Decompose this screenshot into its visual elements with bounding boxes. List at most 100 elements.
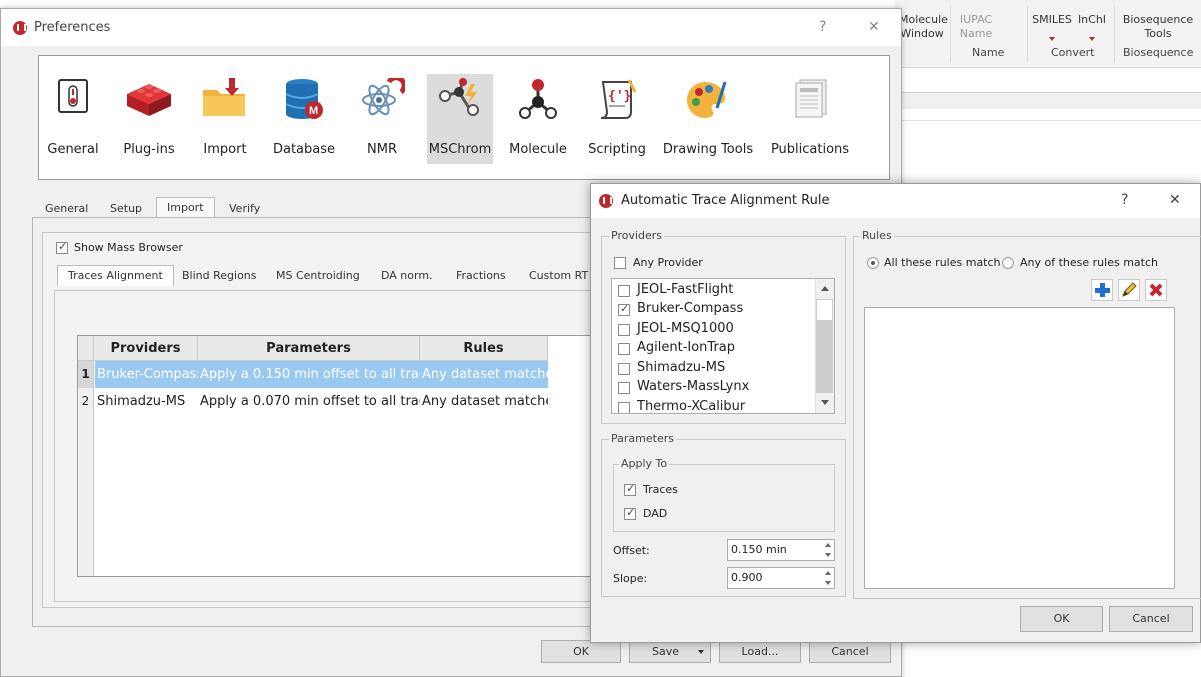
category-database[interactable]: M Database <box>267 74 341 164</box>
subtab-custom-rt[interactable]: Custom RT <box>529 269 588 282</box>
rules-cell[interactable]: Any dataset matches <box>420 361 548 388</box>
spin-up-arrow-icon[interactable] <box>825 571 831 575</box>
subtab-blind-regions[interactable]: Blind Regions <box>182 269 257 282</box>
provider-checkbox[interactable] <box>618 363 630 375</box>
column-header-providers[interactable]: Providers <box>94 336 198 361</box>
column-header-parameters[interactable]: Parameters <box>198 336 420 361</box>
provider-checkbox[interactable] <box>618 324 630 336</box>
traces-checkbox[interactable] <box>624 482 636 496</box>
alignment-table: Providers Parameters Rules 1 Bruker-Comp… <box>77 335 597 577</box>
dialog-cancel-button[interactable]: Cancel <box>1109 606 1193 632</box>
any-provider-checkbox[interactable] <box>614 257 626 269</box>
provider-list-scrollbar[interactable] <box>815 279 834 413</box>
ribbon-label: SMILES <box>1032 13 1072 26</box>
tab-setup[interactable]: Setup <box>110 202 142 215</box>
parameters-cell[interactable]: Apply a 0.070 min offset to all traces <box>198 388 420 415</box>
category-import[interactable]: Import <box>195 74 255 164</box>
add-rule-button[interactable] <box>1091 279 1113 301</box>
category-nmr[interactable]: NMR <box>355 74 409 164</box>
provider-checkbox[interactable] <box>618 402 630 413</box>
provider-cell[interactable]: Shimadzu-MS <box>95 388 198 415</box>
ribbon-label: Molecule <box>899 13 948 26</box>
category-drawing-tools[interactable]: Drawing Tools <box>661 74 755 164</box>
subtab-da-norm[interactable]: DA norm. <box>381 269 433 282</box>
apply-to-group <box>613 464 835 532</box>
row-number[interactable]: 1 <box>78 361 94 388</box>
spin-down-arrow-icon[interactable] <box>825 553 831 557</box>
cancel-button[interactable]: Cancel <box>809 640 891 663</box>
category-label: Database <box>272 142 336 157</box>
category-general[interactable]: General <box>43 74 103 164</box>
molecule-icon <box>519 79 557 119</box>
ribbon-label: IUPAC <box>959 13 993 26</box>
category-scripting[interactable]: {'} Scripting <box>585 74 649 164</box>
subtab-fractions[interactable]: Fractions <box>456 269 506 282</box>
save-label: Save <box>652 645 680 658</box>
provider-label: Waters-MassLynx <box>637 379 750 394</box>
rules-list[interactable] <box>864 307 1175 589</box>
category-label: Scripting <box>588 142 646 157</box>
category-mschrom[interactable]: MSChrom <box>427 74 493 164</box>
dropdown-arrow-icon[interactable] <box>1049 37 1055 41</box>
palette-icon <box>687 81 727 118</box>
category-plugins[interactable]: Plug-ins <box>117 74 181 164</box>
dropdown-arrow-icon[interactable] <box>698 650 704 654</box>
dropdown-arrow-icon[interactable] <box>1089 37 1095 41</box>
rules-cell[interactable]: Any dataset matches <box>420 388 548 415</box>
show-mass-browser-checkbox[interactable] <box>56 240 68 254</box>
category-molecule[interactable]: Molecule <box>505 74 571 164</box>
script-scroll-icon: {'} <box>600 79 637 119</box>
subtab-traces-alignment[interactable]: Traces Alignment <box>57 265 174 286</box>
tab-verify[interactable]: Verify <box>229 202 260 215</box>
provider-cell[interactable]: Bruker-Compass <box>95 361 198 388</box>
table-corner <box>78 336 94 361</box>
save-button[interactable]: Save <box>629 640 711 663</box>
molecule-window-button[interactable]: Molecule Window <box>899 0 948 66</box>
close-button[interactable]: ✕ <box>1169 192 1181 208</box>
spin-down-arrow-icon[interactable] <box>825 581 831 585</box>
row-number[interactable]: 2 <box>78 388 94 415</box>
dad-checkbox[interactable] <box>624 506 636 520</box>
load-button[interactable]: Load... <box>719 640 801 663</box>
column-header-rules[interactable]: Rules <box>420 336 548 361</box>
subtab-ms-centroiding[interactable]: MS Centroiding <box>276 269 360 282</box>
provider-list[interactable]: JEOL-FastFlight Bruker-Compass JEOL-MSQ1… <box>611 278 835 414</box>
provider-checkbox[interactable] <box>618 382 630 394</box>
offset-spinbox[interactable]: 0.150 min <box>727 539 835 561</box>
tab-general[interactable]: General <box>45 202 88 215</box>
provider-label: Shimadzu-MS <box>637 360 726 375</box>
provider-checkbox[interactable] <box>618 285 630 297</box>
divider <box>895 120 1201 121</box>
scrollbar-track[interactable] <box>816 299 833 321</box>
close-button[interactable]: ✕ <box>868 19 880 35</box>
all-rules-match-radio[interactable] <box>867 257 879 269</box>
dialog-ok-button[interactable]: OK <box>1020 606 1103 632</box>
dialog-titlebar: Automatic Trace Alignment Rule ? ✕ <box>591 184 1200 218</box>
category-label: Plug-ins <box>123 142 175 157</box>
parameters-cell[interactable]: Apply a 0.150 min offset to all traces <box>198 361 420 388</box>
dialog-title: Automatic Trace Alignment Rule <box>621 193 830 208</box>
provider-label: JEOL-MSQ1000 <box>637 321 734 336</box>
spin-up-arrow-icon[interactable] <box>825 543 831 547</box>
help-button[interactable]: ? <box>819 19 826 35</box>
tab-import[interactable]: Import <box>156 197 215 218</box>
delete-x-icon <box>1149 283 1163 297</box>
help-button[interactable]: ? <box>1121 192 1128 208</box>
scroll-down-arrow-icon[interactable] <box>821 400 829 405</box>
dad-label: DAD <box>643 507 668 520</box>
lego-brick-icon <box>127 84 171 116</box>
category-publications[interactable]: Publications <box>769 74 851 164</box>
provider-checkbox[interactable] <box>618 302 630 316</box>
atom-magnet-icon <box>362 78 405 116</box>
ok-button[interactable]: OK <box>541 640 621 663</box>
ribbon-separator <box>1114 6 1115 62</box>
scrollbar-thumb[interactable] <box>816 321 833 393</box>
edit-rule-button[interactable] <box>1118 279 1140 301</box>
plus-icon <box>1095 283 1110 297</box>
provider-checkbox[interactable] <box>618 343 630 355</box>
slope-spinbox[interactable]: 0.900 <box>727 567 835 589</box>
scroll-up-arrow-icon[interactable] <box>821 286 829 291</box>
any-rules-match-radio[interactable] <box>1002 257 1014 269</box>
delete-rule-button[interactable] <box>1145 279 1167 301</box>
provider-label: Bruker-Compass <box>637 301 744 316</box>
